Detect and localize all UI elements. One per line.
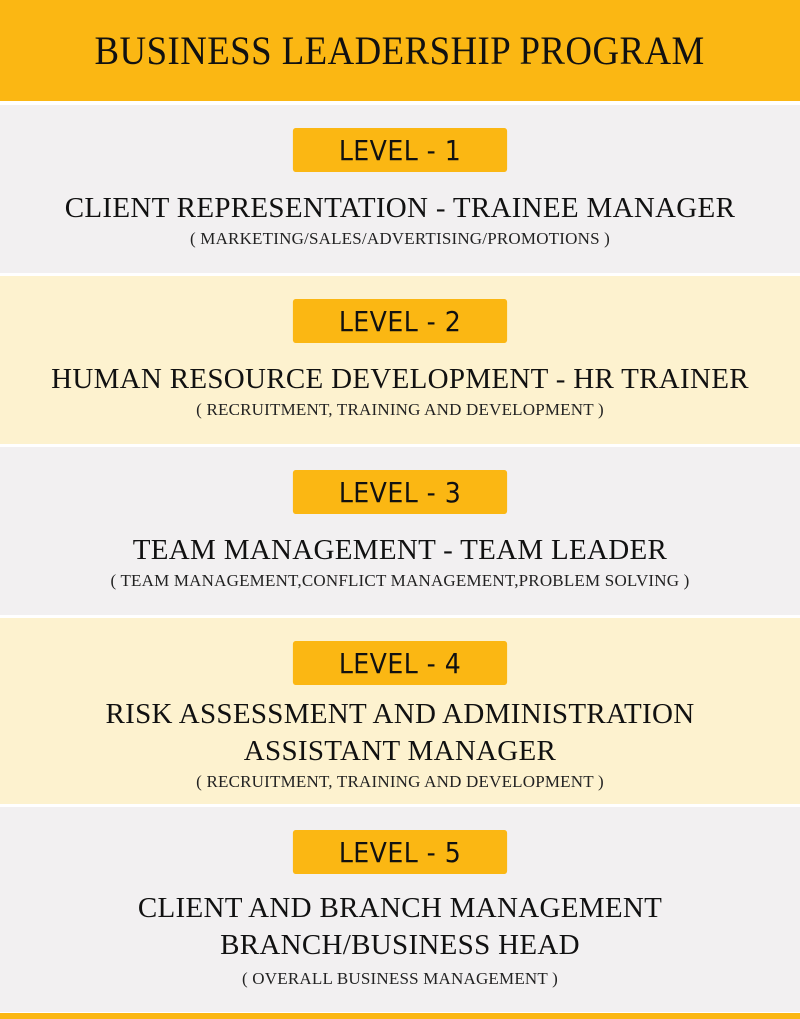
level-5-role-line-1: CLIENT AND BRANCH MANAGEMENT	[137, 892, 663, 924]
level-1-role-line-1: CLIENT REPRESENTATION - TRAINEE MANAGER	[64, 192, 736, 224]
level-4-role-line-2: ASSISTANT MANAGER	[243, 735, 557, 767]
level-4-role: RISK ASSESSMENT AND ADMINISTRATION ASSIS…	[0, 696, 800, 770]
level-2-role-line-1: HUMAN RESOURCE DEVELOPMENT - HR TRAINER	[51, 363, 749, 395]
level-5-section: LEVEL - 5 CLIENT AND BRANCH MANAGEMENT B…	[0, 807, 800, 1015]
level-3-role-line-1: TEAM MANAGEMENT - TEAM LEADER	[132, 534, 668, 566]
level-3-section: LEVEL - 3 TEAM MANAGEMENT - TEAM LEADER …	[0, 447, 800, 618]
level-4-detail: ( RECRUITMENT, TRAINING AND DEVELOPMENT …	[196, 772, 604, 791]
level-2-section: LEVEL - 2 HUMAN RESOURCE DEVELOPMENT - H…	[0, 276, 800, 447]
level-2-badge: LEVEL - 2	[292, 299, 508, 343]
level-5-badge: LEVEL - 5	[292, 830, 508, 874]
program-header: BUSINESS LEADERSHIP PROGRAM	[0, 0, 800, 105]
level-4-section: LEVEL - 4 RISK ASSESSMENT AND ADMINISTRA…	[0, 618, 800, 807]
level-3-detail: ( TEAM MANAGEMENT,CONFLICT MANAGEMENT,PR…	[110, 571, 690, 590]
level-3-badge: LEVEL - 3	[292, 470, 508, 514]
level-2-detail: ( RECRUITMENT, TRAINING AND DEVELOPMENT …	[196, 400, 604, 419]
level-1-badge: LEVEL - 1	[292, 128, 508, 172]
page-title: BUSINESS LEADERSHIP PROGRAM	[94, 28, 706, 73]
level-1-detail: ( MARKETING/SALES/ADVERTISING/PROMOTIONS…	[189, 229, 611, 248]
level-4-role-line-1: RISK ASSESSMENT AND ADMINISTRATION	[105, 698, 695, 730]
footer-accent-bar	[0, 1013, 800, 1019]
level-4-badge: LEVEL - 4	[292, 641, 508, 685]
level-5-role: CLIENT AND BRANCH MANAGEMENT BRANCH/BUSI…	[0, 890, 800, 964]
level-2-role: HUMAN RESOURCE DEVELOPMENT - HR TRAINER	[0, 361, 800, 398]
level-3-role: TEAM MANAGEMENT - TEAM LEADER	[0, 532, 800, 569]
level-1-role: CLIENT REPRESENTATION - TRAINEE MANAGER	[0, 190, 800, 227]
level-5-detail: ( OVERALL BUSINESS MANAGEMENT )	[242, 969, 558, 988]
level-1-section: LEVEL - 1 CLIENT REPRESENTATION - TRAINE…	[0, 105, 800, 276]
level-5-role-line-2: BRANCH/BUSINESS HEAD	[220, 929, 580, 961]
